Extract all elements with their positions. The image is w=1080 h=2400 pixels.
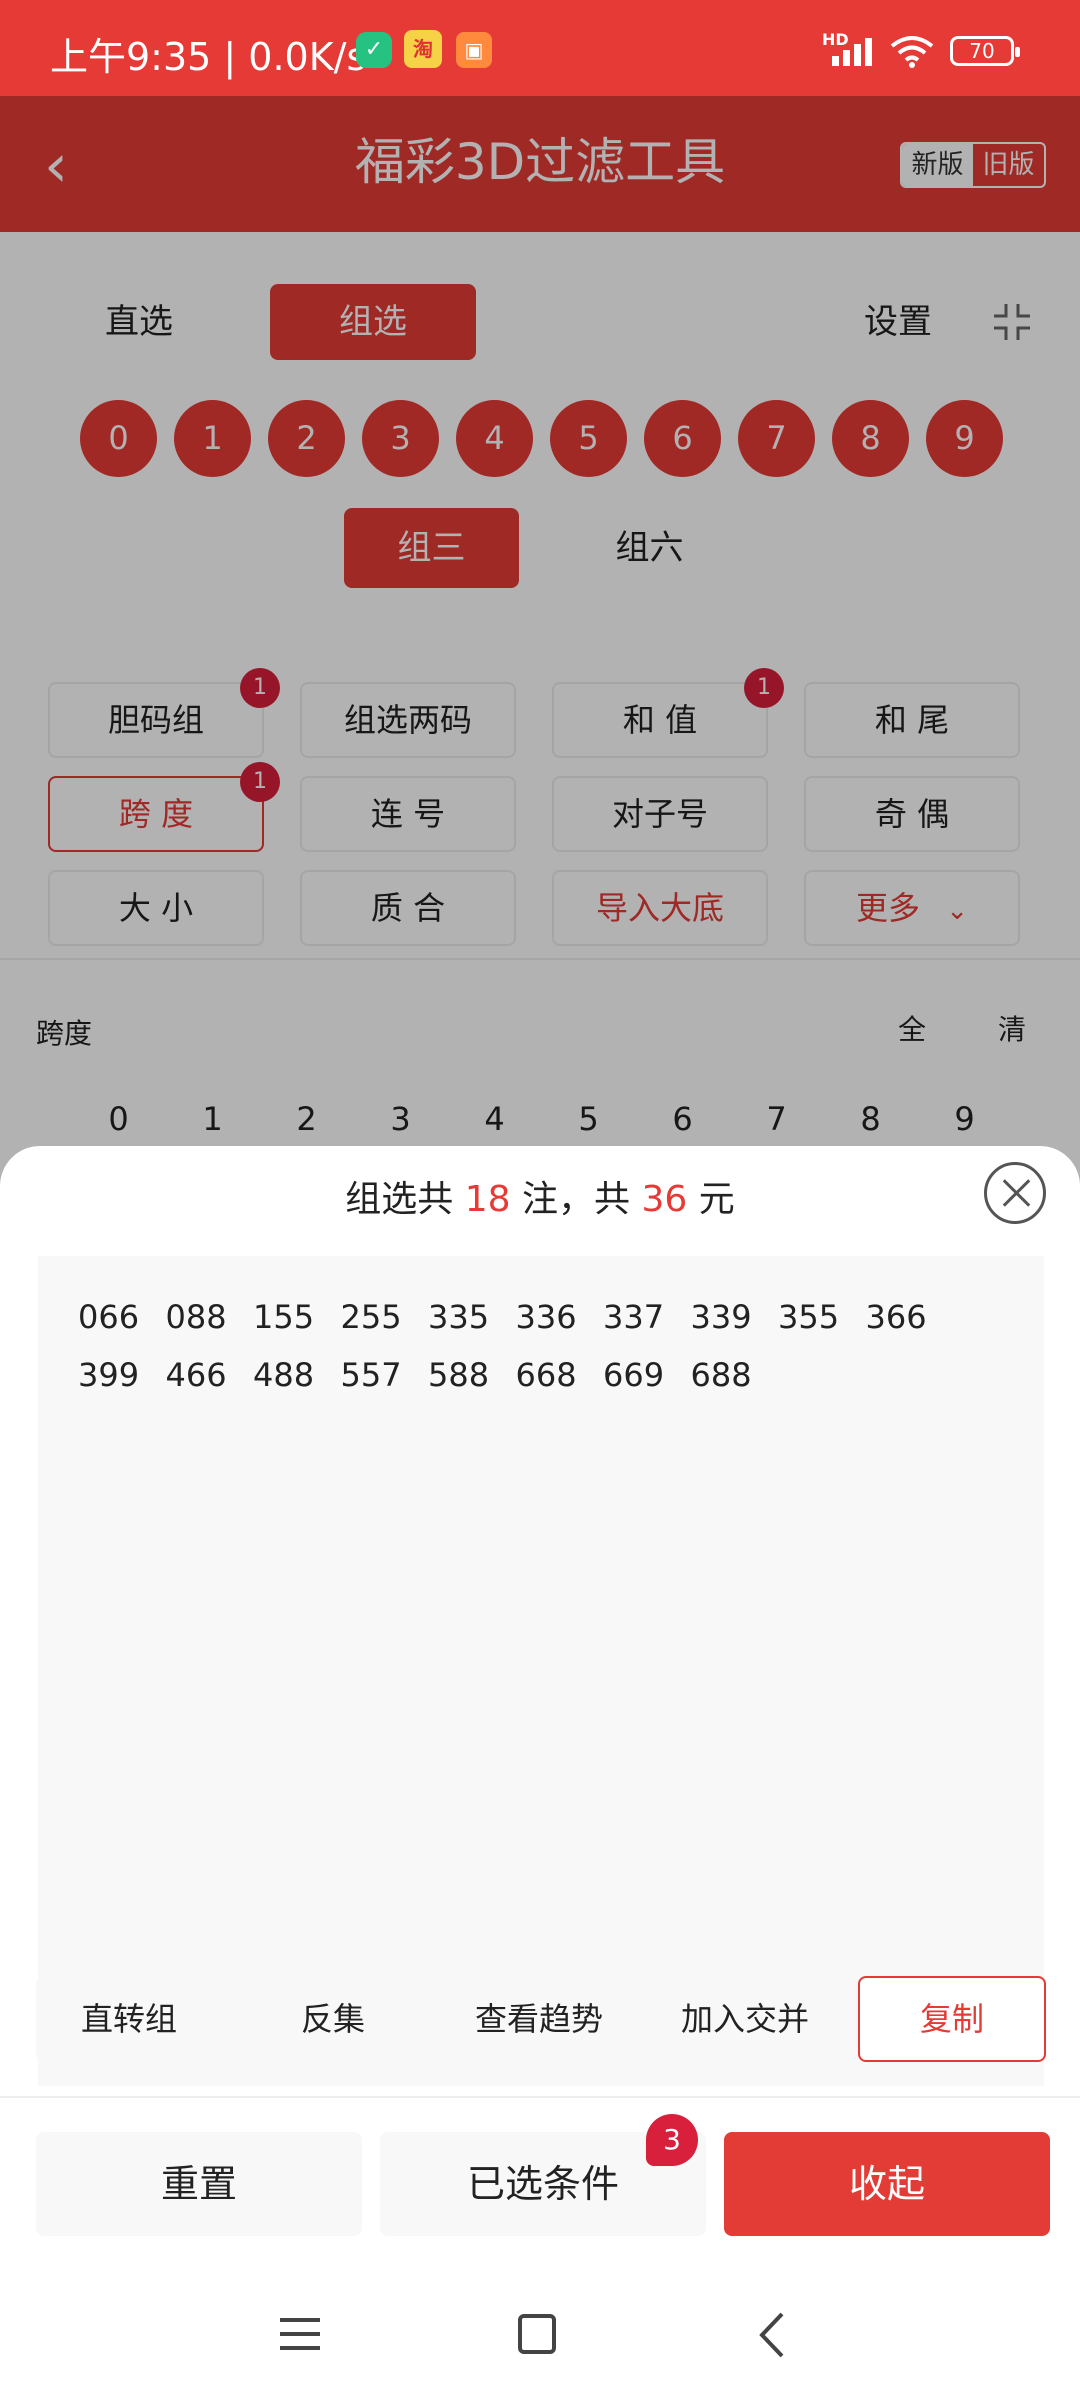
reset-button[interactable]: 重置 <box>36 2132 362 2236</box>
wifi-icon <box>890 36 934 68</box>
result-number: 668 <box>515 1356 577 1394</box>
home-icon[interactable] <box>518 2314 556 2354</box>
shield-app-icon: ✓ <box>356 32 392 68</box>
add-intersect-button[interactable]: 加入交并 <box>652 1976 838 2062</box>
back-arrow-icon[interactable]: ‹ <box>44 126 114 206</box>
footer-divider <box>0 2096 1080 2098</box>
taobao-app-icon: 淘 <box>404 30 442 68</box>
result-number: 688 <box>690 1356 752 1394</box>
result-number: 255 <box>340 1298 402 1336</box>
result-number: 466 <box>165 1356 227 1394</box>
status-bar: 上午9:35 | 0.0K/s ✓ 淘 ▣ HD 70 <box>0 0 1080 96</box>
menu-icon[interactable] <box>280 2316 320 2352</box>
result-list-box: 066 088 155 255 335 336 337 339 355 366 … <box>38 1256 1044 2086</box>
result-list: 066 088 155 255 335 336 337 339 355 366 … <box>78 1294 1008 1398</box>
status-time: 上午9:35 | 0.0K/s <box>50 35 367 79</box>
selected-count-badge: 3 <box>646 2114 698 2166</box>
result-number: 399 <box>78 1356 140 1394</box>
inverse-set-button[interactable]: 反集 <box>240 1976 426 2062</box>
result-number: 366 <box>865 1298 927 1336</box>
result-number: 335 <box>428 1298 490 1336</box>
close-icon[interactable] <box>984 1162 1046 1224</box>
bet-count: 18 <box>464 1179 511 1220</box>
version-old-tab[interactable]: 旧版 <box>973 144 1044 186</box>
bet-amount: 36 <box>641 1179 688 1220</box>
result-number: 339 <box>690 1298 752 1336</box>
result-number: 155 <box>253 1298 315 1336</box>
copy-button[interactable]: 复制 <box>858 1976 1046 2062</box>
title-bar: ‹ 福彩3D过滤工具 新版 旧版 <box>0 96 1080 232</box>
summary-prefix: 组选共 <box>345 1179 454 1220</box>
result-number: 669 <box>603 1356 665 1394</box>
battery-icon: 70 <box>950 36 1020 66</box>
version-switch[interactable]: 新版 旧版 <box>900 142 1046 188</box>
result-number: 088 <box>165 1298 227 1336</box>
result-number: 066 <box>78 1298 140 1336</box>
summary-suffix: 元 <box>698 1179 735 1220</box>
result-number: 355 <box>778 1298 840 1336</box>
back-icon[interactable] <box>752 2310 792 2360</box>
version-new-tab[interactable]: 新版 <box>902 144 973 186</box>
page-title: 福彩3D过滤工具 <box>354 133 726 191</box>
system-nav-bar <box>0 2280 1080 2400</box>
signal-icon <box>832 38 872 66</box>
summary-mid: 注，共 <box>521 1179 630 1220</box>
result-number: 336 <box>515 1298 577 1336</box>
result-number: 557 <box>340 1356 402 1394</box>
result-number: 488 <box>253 1356 315 1394</box>
to-group-button[interactable]: 直转组 <box>36 1976 222 2062</box>
result-summary: 组选共 18 注，共 36 元 <box>0 1170 1080 1222</box>
collapse-button[interactable]: 收起 <box>724 2132 1050 2236</box>
shopping-app-icon: ▣ <box>456 32 492 68</box>
result-number: 588 <box>428 1356 490 1394</box>
result-number: 337 <box>603 1298 665 1336</box>
view-trend-button[interactable]: 查看趋势 <box>446 1976 632 2062</box>
